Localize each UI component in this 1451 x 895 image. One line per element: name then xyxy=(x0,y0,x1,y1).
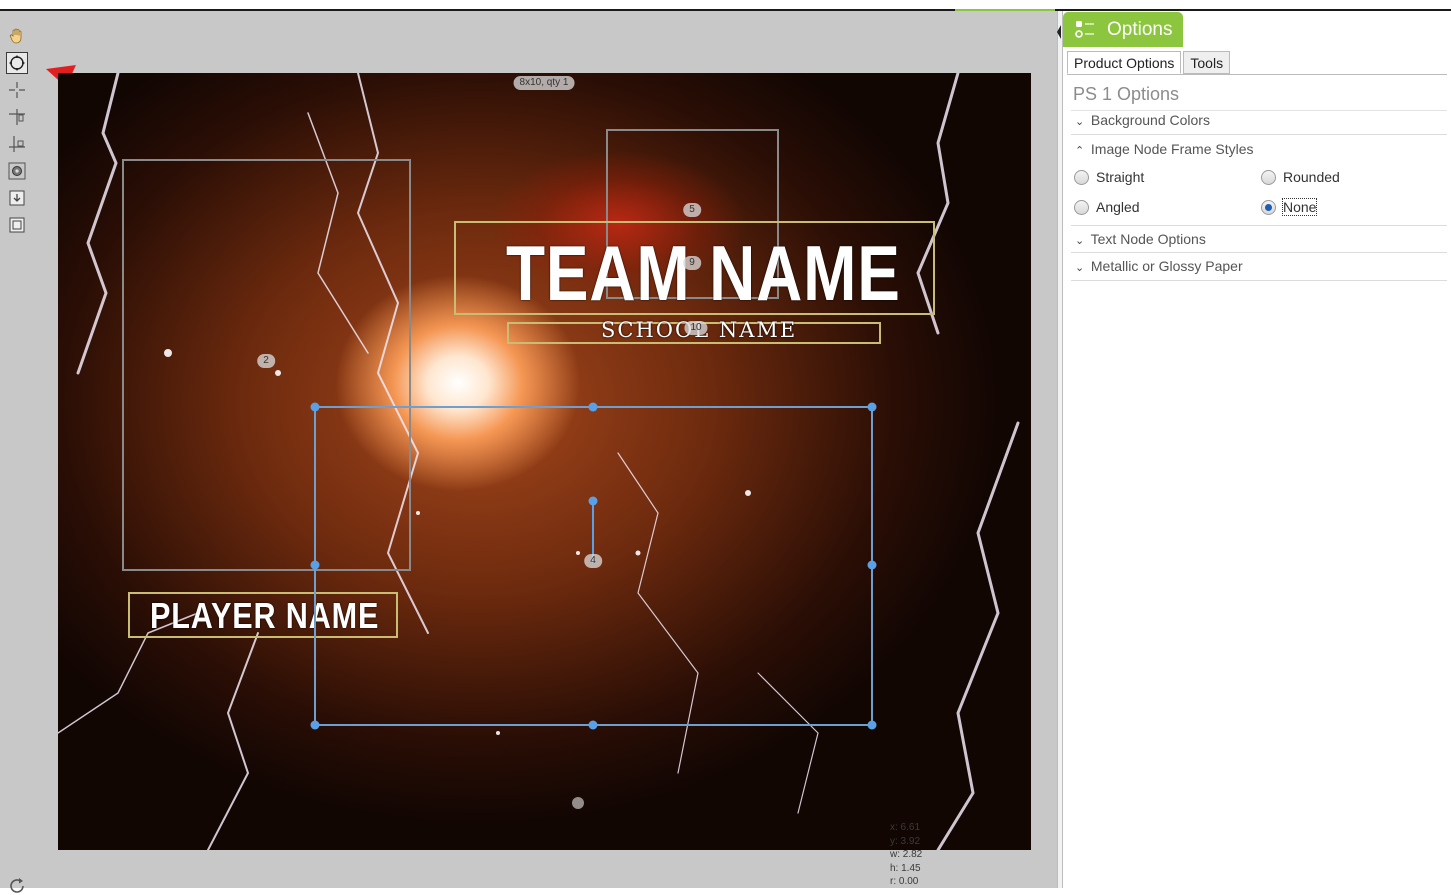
resize-handle-tr[interactable] xyxy=(867,402,877,412)
radio-label: None xyxy=(1281,198,1318,216)
accordion-text-node-options[interactable]: ⌄ Text Node Options xyxy=(1071,225,1447,253)
radio-label: Rounded xyxy=(1283,169,1340,185)
node-badge: 4 xyxy=(584,554,602,568)
rotate-handle[interactable] xyxy=(588,496,598,506)
crop-icon[interactable] xyxy=(6,79,28,101)
tab-divider xyxy=(1067,74,1447,75)
tab-product-options[interactable]: Product Options xyxy=(1067,51,1182,74)
accordion-label: Image Node Frame Styles xyxy=(1090,141,1254,157)
readout-w: w: 2.82 xyxy=(890,849,923,860)
design-canvas[interactable]: TEAM NAME SCHOOL NAME PLAYER NAME 8x10, … xyxy=(58,73,1031,850)
resize-handle-bl[interactable] xyxy=(310,720,320,730)
radio-label: Straight xyxy=(1096,169,1145,185)
node-badge: 10 xyxy=(684,321,708,335)
radio-rounded[interactable]: Rounded xyxy=(1261,169,1340,185)
chevron-down-icon: ⌄ xyxy=(1075,262,1085,274)
resize-handle-t[interactable] xyxy=(588,402,598,412)
readout-h: h: 1.45 xyxy=(890,862,921,874)
chevron-down-icon: ⌄ xyxy=(1075,116,1085,128)
tool-strip xyxy=(6,25,32,241)
position-readout: x: 6.61 y: 3.92 w: 2.82 h: 1.45 r: 0.00 xyxy=(890,821,922,889)
hand-icon[interactable] xyxy=(6,25,28,47)
readout-r: r: 0.00 xyxy=(890,876,919,887)
accordion-label: Text Node Options xyxy=(1090,231,1206,247)
resize-handle-r[interactable] xyxy=(867,560,877,570)
settings-icon[interactable] xyxy=(6,160,28,182)
accordion-label: Metallic or Glossy Paper xyxy=(1090,258,1243,274)
readout-x: x: 6.61 xyxy=(890,822,921,833)
panel-tabs: Product Options Tools xyxy=(1067,51,1232,75)
accordion-background-colors[interactable]: ⌄ Background Colors xyxy=(1071,107,1447,135)
team-name-text: TEAM NAME xyxy=(506,229,901,317)
move-icon[interactable] xyxy=(6,52,28,74)
radio-none[interactable]: None xyxy=(1261,198,1318,216)
node-badge: 9 xyxy=(683,256,701,270)
send-back-icon[interactable] xyxy=(6,214,28,236)
accordion-frame-styles[interactable]: ⌃ Image Node Frame Styles xyxy=(1071,136,1447,164)
options-button-label: Options xyxy=(1107,18,1173,40)
options-icon xyxy=(1075,20,1094,38)
resize-handle-l[interactable] xyxy=(310,560,320,570)
options-panel: Options Product Options Tools PS 1 Optio… xyxy=(1063,11,1451,888)
panel-title: PS 1 Options xyxy=(1073,84,1180,104)
align-top-icon[interactable] xyxy=(6,106,28,128)
radio-straight[interactable]: Straight xyxy=(1074,169,1144,185)
collapse-arrow-icon[interactable] xyxy=(1057,21,1061,43)
radio-button[interactable] xyxy=(1074,199,1089,215)
resize-handle-br[interactable] xyxy=(867,720,877,730)
chevron-down-icon: ⌄ xyxy=(1075,235,1085,247)
resize-handle-b[interactable] xyxy=(588,720,598,730)
node-badge: 2 xyxy=(257,354,275,368)
radio-button[interactable] xyxy=(1261,169,1276,185)
resize-handle-tl[interactable] xyxy=(310,402,320,412)
chevron-up-icon: ⌃ xyxy=(1075,145,1085,157)
top-strip xyxy=(0,0,1451,11)
refresh-icon[interactable] xyxy=(8,877,28,895)
readout-y: y: 3.92 xyxy=(890,835,921,847)
bring-forward-icon[interactable] xyxy=(6,187,28,209)
size-badge: 8x10, qty 1 xyxy=(513,76,575,90)
options-button[interactable]: Options xyxy=(1063,12,1183,47)
radio-button[interactable] xyxy=(1074,169,1089,185)
node-badge: 5 xyxy=(683,203,701,217)
radio-label: Angled xyxy=(1096,199,1140,215)
accordion-label: Background Colors xyxy=(1090,112,1210,128)
align-bottom-icon[interactable] xyxy=(6,133,28,155)
tab-tools[interactable]: Tools xyxy=(1183,51,1231,74)
editor-area: TEAM NAME SCHOOL NAME PLAYER NAME 8x10, … xyxy=(0,11,1057,893)
accordion-metallic-paper[interactable]: ⌄ Metallic or Glossy Paper xyxy=(1071,253,1447,281)
radio-button[interactable] xyxy=(1261,199,1276,215)
radio-angled[interactable]: Angled xyxy=(1074,199,1140,215)
